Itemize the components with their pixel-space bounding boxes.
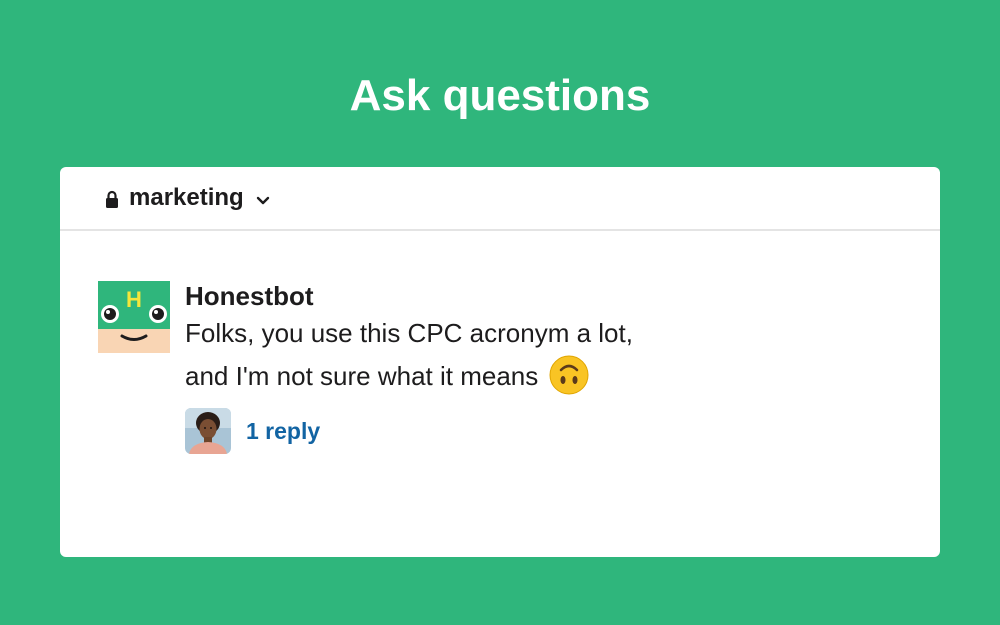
message-text-line-2: and I'm not sure what it means bbox=[185, 361, 539, 391]
upside-down-face-icon bbox=[549, 355, 589, 395]
channel-name: marketing bbox=[129, 184, 244, 211]
message-text-line-1: Folks, you use this CPC acronym a lot, bbox=[185, 318, 633, 348]
reply-count-link[interactable]: 1 reply bbox=[246, 418, 320, 445]
sender-name[interactable]: Honestbot bbox=[185, 281, 745, 311]
message-text: Folks, you use this CPC acronym a lot, a… bbox=[185, 312, 745, 398]
chevron-down-icon[interactable] bbox=[256, 196, 270, 206]
bot-avatar-letter: H bbox=[126, 287, 142, 312]
channel-header[interactable]: marketing bbox=[60, 167, 940, 231]
reply-user-avatar[interactable] bbox=[185, 408, 231, 454]
lock-icon bbox=[106, 190, 118, 208]
message-body: Honestbot Folks, you use this CPC acrony… bbox=[185, 281, 745, 454]
page-headline: Ask questions bbox=[349, 71, 651, 120]
thread-summary[interactable]: 1 reply bbox=[185, 408, 745, 454]
message-card: marketing H Honestbot Folks, you use thi… bbox=[60, 167, 940, 557]
bot-avatar[interactable]: H bbox=[98, 281, 170, 353]
